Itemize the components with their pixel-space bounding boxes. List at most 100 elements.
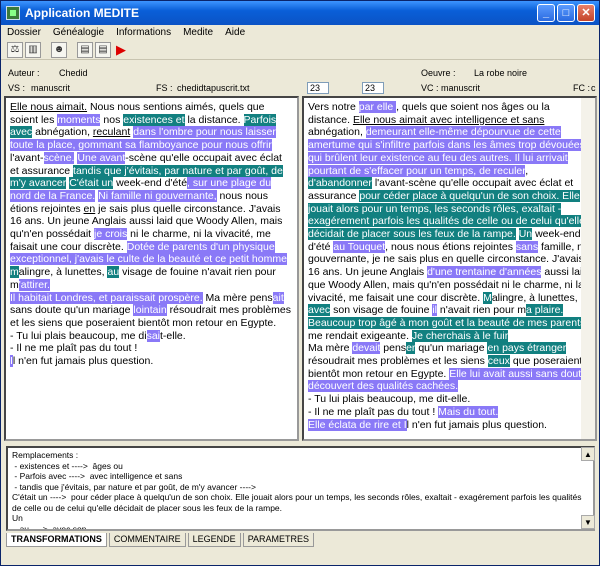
- menu-informations[interactable]: Informations: [116, 27, 171, 38]
- bottom-tabs: TRANSFORMATIONS COMMENTAIRE LEGENDE PARA…: [6, 533, 315, 547]
- menu-genealogie[interactable]: Généalogie: [53, 27, 104, 38]
- maximize-button[interactable]: □: [557, 4, 575, 22]
- left-segment: au: [107, 266, 120, 279]
- left-segment: sans doute qu'un mariage: [10, 304, 134, 317]
- menu-medite[interactable]: Medite: [183, 27, 213, 38]
- doc-left-icon[interactable]: ▤: [77, 41, 93, 58]
- oeuvre-label: Oeuvre :: [421, 68, 456, 78]
- left-segment: Ni famille ni gouvernante,: [98, 189, 217, 202]
- tab-parametres[interactable]: PARAMETRES: [242, 533, 315, 547]
- books-icon[interactable]: ▥: [25, 41, 41, 58]
- left-segment: scène.: [43, 151, 75, 164]
- num-left-field[interactable]: 23: [307, 82, 329, 94]
- minimize-button[interactable]: _: [537, 4, 555, 22]
- right-segment: ceux: [487, 355, 510, 368]
- left-paragraph: Il n'en fut jamais plus question.: [10, 355, 293, 368]
- right-segment: Mais du tout.: [438, 405, 499, 418]
- menu-aide[interactable]: Aide: [225, 27, 245, 38]
- left-segment: - Tu lui plais beaucoup, me di: [10, 329, 147, 342]
- tab-commentaire[interactable]: COMMENTAIRE: [108, 533, 186, 547]
- left-segment: je crois: [94, 228, 128, 241]
- doc-right-icon[interactable]: ▤: [95, 41, 111, 58]
- left-segment: l n'en fut jamais plus question.: [12, 355, 154, 368]
- document-info: Auteur : Chedid Oeuvre : La robe noire V…: [1, 63, 599, 95]
- tab-transformations[interactable]: TRANSFORMATIONS: [6, 533, 107, 547]
- target-text-pane[interactable]: Vers notre par elle , quels que soient n…: [302, 96, 597, 441]
- right-segment: Vers notre: [308, 101, 359, 113]
- right-paragraph: Ma mère devait penser qu'un mariage en p…: [308, 342, 591, 393]
- left-segment: Il habitait Londres, et paraissait prosp…: [10, 291, 203, 304]
- right-segment: sans: [515, 240, 539, 253]
- vc-value: manuscrit: [441, 83, 481, 93]
- compare-icon[interactable]: ⚖: [7, 41, 23, 58]
- left-segment: l'avant-: [10, 151, 44, 164]
- right-segment: au Touquet: [333, 240, 386, 253]
- play-icon[interactable]: ▶: [113, 42, 129, 58]
- scroll-down-icon[interactable]: ▼: [581, 515, 595, 529]
- source-text: Elle nous aimait. Nous nous sentions aim…: [6, 98, 297, 371]
- right-segment: d'une trentaine d'années: [427, 266, 542, 279]
- menu-dossier[interactable]: Dossier: [7, 27, 41, 38]
- fc-value: c: [591, 83, 596, 93]
- app-icon: [6, 6, 20, 20]
- right-segment: alingre, à lunettes,: [491, 291, 578, 304]
- close-button[interactable]: ✕: [577, 4, 595, 22]
- title-bar[interactable]: Application MEDITE _ □ ✕: [1, 1, 599, 25]
- right-paragraph: Vers notre par elle , quels que soient n…: [308, 101, 591, 342]
- auteur-value: Chedid: [59, 68, 88, 78]
- target-scrollbar[interactable]: [581, 98, 595, 439]
- left-segment: reculant: [92, 126, 131, 139]
- right-segment: Un: [518, 228, 533, 241]
- left-segment: existences et: [123, 113, 185, 126]
- window-title: Application MEDITE: [25, 6, 139, 20]
- right-segment: , quels que soient nos âges ou: [396, 101, 539, 113]
- toolbar: ⚖ ▥ ☻ ▤ ▤ ▶: [1, 40, 599, 60]
- right-segment: - Tu lui plais beaucoup, me dit-elle.: [308, 393, 471, 406]
- right-segment: Ma mère: [308, 342, 353, 355]
- people-icon[interactable]: ☻: [51, 41, 67, 58]
- right-segment: M: [483, 291, 492, 304]
- left-paragraph: - Il ne me plaît pas du tout !: [10, 342, 293, 355]
- left-paragraph: - Tu lui plais beaucoup, me disait-elle.: [10, 329, 293, 343]
- right-paragraph: Elle éclata de rire et Il n'en fut jamai…: [308, 418, 591, 432]
- left-segment: - Il ne me plaît pas du tout !: [10, 342, 138, 355]
- left-segment: week-end d'été: [113, 177, 188, 190]
- right-segment: devait: [352, 342, 381, 355]
- auteur-label: Auteur :: [8, 68, 40, 78]
- right-segment: abnégation,: [308, 126, 366, 139]
- right-segment: pens: [380, 342, 407, 355]
- right-segment: ,: [525, 164, 529, 177]
- fs-label: FS :: [156, 83, 173, 93]
- left-segment: nos: [100, 113, 124, 126]
- vs-value: manuscrit: [31, 83, 71, 93]
- left-segment: en: [83, 202, 96, 215]
- left-segment: m: [10, 266, 19, 279]
- left-segment: les: [40, 113, 55, 126]
- right-segment: me rendait exigeante.: [308, 329, 412, 342]
- source-text-pane[interactable]: Elle nous aimait. Nous nous sentions aim…: [4, 96, 299, 441]
- right-segment: er: [406, 342, 416, 355]
- right-paragraph: - Tu lui plais beaucoup, me dit-elle.: [308, 393, 591, 406]
- left-segment: alingre, à lunettes,: [18, 266, 108, 279]
- right-segment: Elle nous aimait avec intelligence et sa…: [352, 113, 545, 126]
- left-segment: Une avant: [77, 151, 126, 164]
- left-segment: la distance.: [184, 113, 244, 126]
- left-segment: lointain: [133, 304, 167, 317]
- left-segment: Ma mère pens: [202, 291, 273, 304]
- menu-bar: Dossier Généalogie Informations Medite A…: [1, 25, 599, 39]
- right-segment: Elle éclata de rire et I: [308, 418, 407, 431]
- right-segment: qu'un mariage: [415, 342, 488, 355]
- right-segment: d'abandonner: [308, 177, 372, 190]
- vs-label: VS :: [8, 83, 26, 93]
- left-segment: C'était un: [69, 177, 114, 190]
- target-text: Vers notre par elle , quels que soient n…: [304, 98, 595, 434]
- scroll-up-icon[interactable]: ▲: [581, 447, 595, 461]
- num-right-field[interactable]: 23: [362, 82, 384, 94]
- left-segment: ait: [272, 291, 284, 304]
- tab-legende[interactable]: LEGENDE: [187, 533, 241, 547]
- fc-label: FC :: [573, 83, 590, 93]
- left-paragraph: Elle nous aimait. Nous nous sentions aim…: [10, 101, 293, 292]
- right-segment: Je cherchais à le fuir: [411, 329, 509, 342]
- left-segment: moments: [57, 113, 101, 126]
- left-segment: t-elle.: [160, 329, 186, 342]
